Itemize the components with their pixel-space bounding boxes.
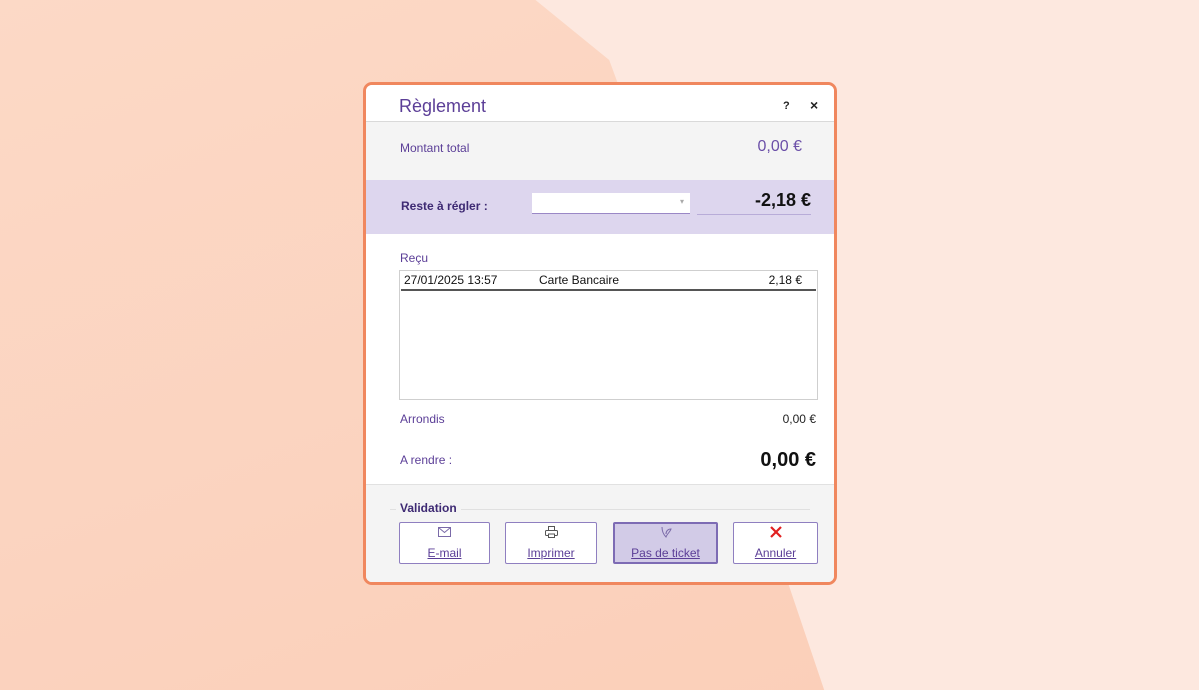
no-ticket-button[interactable]: Pas de ticket	[613, 522, 718, 564]
email-button[interactable]: E-mail	[399, 522, 490, 564]
dialog-title: Règlement	[399, 96, 487, 116]
help-button[interactable]: ?	[783, 100, 790, 112]
print-button[interactable]: Imprimer	[505, 522, 597, 564]
rounding-value: 0,00 €	[782, 412, 816, 426]
leaf-icon	[615, 526, 716, 540]
red-x-icon	[734, 526, 817, 540]
total-value: 0,00 €	[757, 138, 802, 155]
change-label: A rendre :	[400, 453, 453, 467]
chevron-down-icon[interactable]: ▾	[680, 197, 684, 206]
title-bar: Règlement ? ×	[366, 85, 834, 122]
payment-mode-select[interactable]: ▾	[532, 193, 690, 214]
remaining-amount[interactable]: -2,18 €	[697, 190, 811, 215]
remaining-label: Reste à régler :	[401, 199, 488, 213]
received-list[interactable]: 27/01/2025 13:57 Carte Bancaire 2,18 €	[399, 270, 818, 400]
payment-amount: 2,18 €	[768, 273, 802, 287]
validation-label: Validation	[396, 501, 461, 515]
reglement-dialog: Règlement ? × Montant total 0,00 € Reste…	[363, 82, 837, 585]
received-label: Reçu	[400, 251, 429, 265]
no-ticket-button-label: Pas de ticket	[631, 546, 700, 560]
payment-date: 27/01/2025 13:57	[404, 273, 498, 287]
payment-mode: Carte Bancaire	[539, 273, 620, 287]
rounding-label: Arrondis	[400, 412, 445, 426]
remaining-section: Reste à régler : ▾ -2,18 €	[366, 180, 834, 234]
envelope-icon	[400, 526, 489, 540]
validation-section: Validation E-mail Imprimer Pas de ticket…	[366, 485, 834, 582]
cancel-button[interactable]: Annuler	[733, 522, 818, 564]
cancel-button-label: Annuler	[754, 546, 797, 560]
printer-icon	[506, 526, 596, 540]
total-section: Montant total 0,00 €	[366, 122, 834, 180]
list-item[interactable]: 27/01/2025 13:57 Carte Bancaire 2,18 €	[401, 272, 816, 291]
change-value: 0,00 €	[760, 449, 816, 471]
print-button-label: Imprimer	[527, 546, 575, 560]
email-button-label: E-mail	[427, 546, 462, 560]
total-label: Montant total	[400, 141, 470, 155]
close-button[interactable]: ×	[810, 97, 818, 113]
